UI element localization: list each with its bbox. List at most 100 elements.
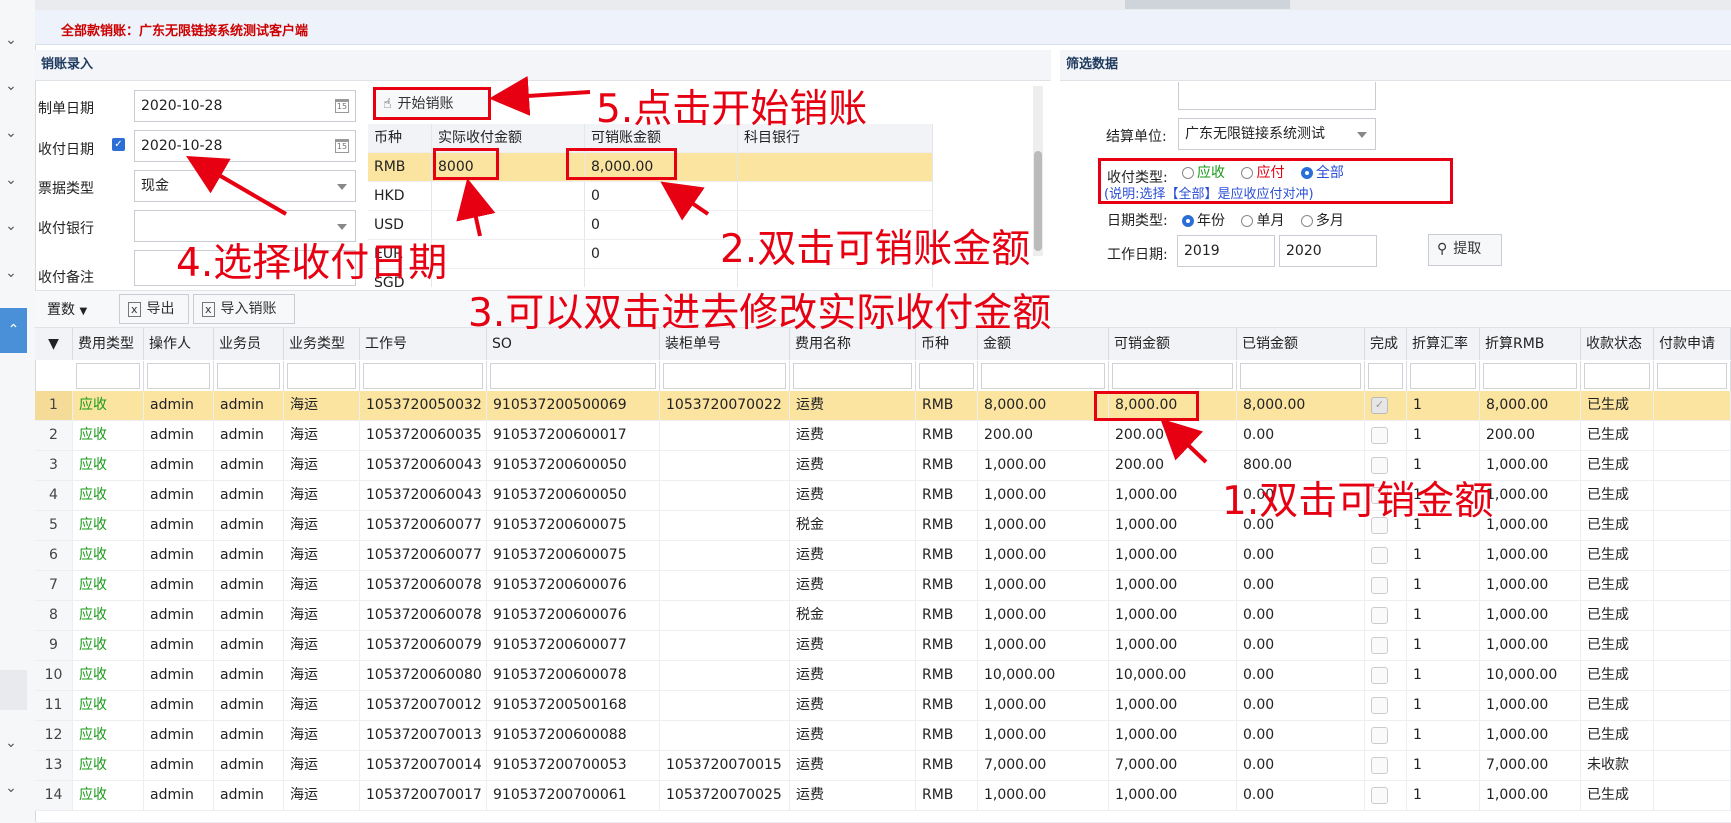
filter-input-box[interactable] (1584, 363, 1650, 389)
column-header[interactable]: 可销金额 (1109, 328, 1237, 360)
table-cell-done[interactable] (1365, 571, 1407, 600)
scrollbar[interactable] (1033, 86, 1043, 256)
radio-single-month[interactable] (1241, 215, 1254, 227)
table-cell-done[interactable] (1365, 541, 1407, 570)
column-header[interactable]: 收款状态 (1581, 328, 1654, 360)
filter-input-box[interactable] (490, 363, 656, 389)
table-row[interactable]: 13 应收 admin admin 海运 1053720070014 91053720070… (35, 751, 1731, 781)
calendar-icon[interactable]: 15 (335, 99, 349, 113)
column-filter-input[interactable] (1237, 361, 1365, 391)
currency-grid-cell[interactable] (432, 182, 585, 211)
table-cell-available[interactable]: 1,000.00 (1109, 511, 1237, 540)
currency-grid-cell[interactable]: 0 (585, 211, 738, 240)
done-checkbox[interactable] (1371, 726, 1388, 744)
chevron-down-icon[interactable]: ⌄ (0, 172, 22, 188)
currency-grid-cell[interactable] (432, 240, 585, 269)
table-row[interactable]: 9 应收 admin admin 海运 1053720060079 910537200600… (35, 631, 1731, 661)
currency-grid-cell[interactable] (432, 269, 585, 287)
column-filter-input[interactable] (790, 361, 916, 391)
filter-input-box[interactable] (287, 363, 356, 389)
table-cell-done[interactable] (1365, 601, 1407, 630)
column-filter-input[interactable] (978, 361, 1109, 391)
filter-input-box[interactable] (363, 363, 483, 389)
done-checkbox[interactable] (1371, 696, 1388, 714)
table-cell-available[interactable]: 200.00 (1109, 421, 1237, 450)
table-cell-done[interactable] (1365, 421, 1407, 450)
table-row[interactable]: 8 应收 admin admin 海运 1053720060078 910537200600… (35, 601, 1731, 631)
column-header[interactable]: 折算RMB (1480, 328, 1581, 360)
settle-unit-select[interactable]: 广东无限链接系统测试 (1178, 118, 1376, 150)
table-cell-done[interactable] (1365, 661, 1407, 690)
table-row[interactable]: 7 应收 admin admin 海运 1053720060078 910537200600… (35, 571, 1731, 601)
done-checkbox[interactable] (1371, 606, 1388, 624)
bill-type-select[interactable]: 现金 (134, 170, 356, 202)
column-filter-input[interactable] (1109, 361, 1237, 391)
export-button[interactable]: x 导出 (119, 294, 189, 324)
table-cell-done[interactable] (1365, 511, 1407, 540)
remark-textarea[interactable] (134, 250, 356, 286)
column-header[interactable]: 费用类型 (73, 328, 144, 360)
column-filter-input[interactable] (214, 361, 284, 391)
table-cell-done[interactable] (1365, 721, 1407, 750)
filter-input-box[interactable] (663, 363, 786, 389)
table-row[interactable]: 2 应收 admin admin 海运 1053720060035 910537200600… (35, 421, 1731, 451)
pay-date-checkbox[interactable]: ✓ (112, 138, 125, 151)
filter-input-box[interactable] (1240, 363, 1361, 389)
table-cell-available[interactable]: 10,000.00 (1109, 661, 1237, 690)
column-header[interactable]: 操作人 (144, 328, 214, 360)
top-tab[interactable] (1125, 0, 1290, 9)
radio-multi-month[interactable] (1300, 215, 1313, 227)
column-filter-input[interactable] (73, 361, 144, 391)
filter-input-box[interactable] (981, 363, 1105, 389)
done-checkbox[interactable] (1371, 786, 1388, 804)
table-cell-done[interactable] (1365, 481, 1407, 510)
column-header[interactable]: 折算汇率 (1407, 328, 1480, 360)
column-filter-input[interactable] (144, 361, 214, 391)
import-writeoff-button[interactable]: x 导入销账 (193, 294, 295, 324)
filter-input-box[interactable] (793, 363, 912, 389)
work-date-to[interactable]: 2020 (1279, 235, 1377, 267)
chevron-down-icon[interactable]: ⌄ (0, 218, 22, 234)
filter-input-box[interactable] (1368, 363, 1403, 389)
column-header[interactable]: 装柜单号 (660, 328, 790, 360)
fetch-button[interactable]: ⚲ 提取 (1428, 234, 1502, 266)
scrollbar-thumb[interactable] (1034, 151, 1042, 251)
column-filter-input[interactable] (487, 361, 660, 391)
done-checkbox[interactable] (1371, 576, 1388, 594)
table-row[interactable]: 6 应收 admin admin 海运 1053720060077 910537200600… (35, 541, 1731, 571)
column-header[interactable]: 工作号 (360, 328, 487, 360)
filter-input-box[interactable] (1657, 363, 1727, 389)
table-cell-available[interactable]: 1,000.00 (1109, 541, 1237, 570)
table-row[interactable]: 5 应收 admin admin 海运 1053720060077 910537200600… (35, 511, 1731, 541)
currency-grid-cell[interactable]: 0 (585, 240, 738, 269)
done-checkbox[interactable] (1371, 426, 1388, 444)
currency-grid-cell[interactable]: 8000 (432, 153, 585, 182)
chevron-down-icon[interactable]: ⌄ (0, 125, 22, 141)
radio-payable[interactable] (1241, 167, 1254, 179)
table-row[interactable]: 12 应收 admin admin 海运 1053720070013 91053720060… (35, 721, 1731, 751)
make-date-field[interactable]: 2020-10-28 15 (134, 90, 356, 122)
work-date-from[interactable]: 2019 (1177, 235, 1275, 267)
filter-input-box[interactable] (1410, 363, 1476, 389)
settings-menu[interactable]: 置数 ▼ (47, 299, 87, 319)
table-cell-done[interactable] (1365, 691, 1407, 720)
pay-date-field[interactable]: 2020-10-28 15 (134, 130, 356, 162)
table-cell-available[interactable]: 200.00 (1109, 451, 1237, 480)
column-filter-input[interactable] (916, 361, 978, 391)
radio-receivable[interactable] (1182, 167, 1194, 179)
filter-input-box[interactable] (1112, 363, 1233, 389)
column-header[interactable]: 完成 (1365, 328, 1407, 360)
table-row[interactable]: 10 应收 admin admin 海运 1053720060080 91053720060… (35, 661, 1731, 691)
currency-grid-cell[interactable] (585, 269, 738, 287)
filter-input-box[interactable] (147, 363, 210, 389)
column-header[interactable]: 业务员 (214, 328, 284, 360)
filter-input-box[interactable] (1483, 363, 1577, 389)
column-header[interactable]: 币种 (916, 328, 978, 360)
column-filter-input[interactable] (1480, 361, 1581, 391)
column-header[interactable]: 费用名称 (790, 328, 916, 360)
done-checkbox[interactable] (1371, 486, 1388, 504)
rail-item[interactable] (0, 670, 27, 710)
chevron-down-icon[interactable]: ⌄ (0, 78, 22, 94)
column-filter-input[interactable] (660, 361, 790, 391)
chevron-down-icon[interactable]: ⌄ (0, 265, 22, 281)
